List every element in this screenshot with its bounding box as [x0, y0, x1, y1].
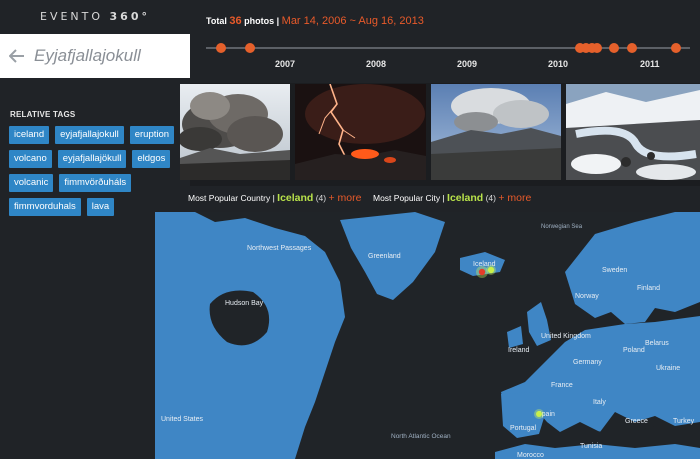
back-arrow-icon[interactable]	[0, 49, 34, 63]
map-label-nw-passages: Northwest Passages	[247, 245, 312, 252]
timeline-dot[interactable]	[245, 43, 255, 53]
popular-bar: Most Popular Country | Iceland (4) + mor…	[180, 186, 700, 212]
popular-city: Most Popular City | Iceland (4) + more	[373, 192, 531, 204]
map-label-north-atlantic-ocean: North Atlantic Ocean	[391, 433, 451, 440]
map-label-morocco: Morocco	[517, 452, 544, 459]
timeline-year[interactable]: 2008	[366, 59, 386, 69]
map-label-norwegian-sea: Norwegian Sea	[541, 224, 583, 230]
map-label-poland: Poland	[623, 347, 645, 354]
map-label-ukraine: Ukraine	[656, 365, 680, 372]
popular-country: Most Popular Country | Iceland (4) + mor…	[188, 192, 361, 204]
tag-chip[interactable]: volcano	[9, 150, 52, 168]
tag-chip[interactable]: fimmvorduhals	[9, 198, 81, 216]
map-label-portugal: Portugal	[510, 425, 537, 432]
tag-chip[interactable]: eruption	[129, 126, 175, 144]
map-label-tunisia: Tunisia	[580, 443, 602, 450]
ash-plume-photo[interactable]	[180, 84, 290, 180]
timeline-dot[interactable]	[592, 43, 602, 53]
brand-number: 360°	[109, 10, 150, 23]
tag-chip[interactable]: fimmvörðuháls	[59, 174, 132, 192]
popular-country-label: Most Popular Country |	[188, 193, 275, 203]
map-label-hudson-bay: Hudson Bay	[225, 300, 264, 307]
popular-city-more-link[interactable]: + more	[498, 192, 531, 204]
timeline-dot[interactable]	[216, 43, 226, 53]
total-summary: Total 36 photos | Mar 14, 2006 ~ Aug 16,…	[206, 15, 424, 27]
popular-country-count: (4)	[315, 193, 327, 203]
map-label-belarus: Belarus	[645, 340, 669, 347]
map-label-italy: Italy	[593, 399, 606, 406]
brand-name: EVENTO	[40, 10, 104, 23]
map-label-sweden: Sweden	[602, 267, 627, 274]
map-marker-iceland[interactable]	[478, 268, 486, 276]
tag-chip[interactable]: lava	[86, 198, 115, 216]
tag-chip[interactable]: iceland	[9, 126, 50, 144]
photos-label: photos |	[244, 16, 280, 26]
map-label-greece: Greece	[625, 418, 648, 425]
search-box[interactable]: Eyjafjallajokull	[0, 34, 190, 78]
map-marker-spain[interactable]	[536, 411, 542, 417]
map-label-united-states: United States	[161, 416, 204, 423]
search-query[interactable]: Eyjafjallajokull	[34, 46, 141, 66]
timeline-panel: Total 36 photos | Mar 14, 2006 ~ Aug 16,…	[190, 0, 700, 83]
popular-city-label: Most Popular City |	[373, 193, 445, 203]
map-label-france: France	[551, 382, 573, 389]
map-label-finland: Finland	[637, 285, 660, 292]
relative-tags-title: RELATIVE TAGS	[10, 110, 76, 119]
lightning-eruption-photo[interactable]	[295, 84, 426, 180]
map-label-ireland: Ireland	[508, 347, 530, 354]
tag-list: iceland eyjafjallajokull eruption volcan…	[9, 126, 185, 216]
volcano-plume-landscape-photo[interactable]	[431, 84, 561, 180]
map-label-turkey: Turkey	[673, 418, 695, 425]
tag-chip[interactable]: eyjafjallajökull	[57, 150, 127, 168]
total-count: 36	[229, 15, 242, 27]
map-label-germany: Germany	[573, 359, 602, 366]
tag-chip[interactable]: volcanic	[9, 174, 54, 192]
timeline-dot[interactable]	[609, 43, 619, 53]
map-label-united-kingdom: United Kingdom	[541, 333, 591, 340]
timeline-dot[interactable]	[671, 43, 681, 53]
popular-country-value[interactable]: Iceland	[277, 192, 313, 204]
total-label: Total	[206, 16, 227, 26]
popular-city-count: (4)	[485, 193, 496, 203]
timeline-dot[interactable]	[627, 43, 637, 53]
tag-chip[interactable]: eyjafjallajokull	[55, 126, 124, 144]
timeline-year[interactable]: 2010	[548, 59, 568, 69]
timeline-year[interactable]: 2009	[457, 59, 477, 69]
tag-chip[interactable]: eldgos	[132, 150, 171, 168]
popular-country-more-link[interactable]: + more	[328, 192, 361, 204]
map-label-norway: Norway	[575, 293, 599, 300]
photo-strip	[180, 84, 700, 182]
brand-logo[interactable]: EVENTO 360°	[0, 0, 190, 34]
map-marker-iceland-2[interactable]	[487, 266, 495, 274]
world-map[interactable]: Greenland Iceland Germany Norway Sweden …	[155, 212, 700, 459]
snowy-river-photo[interactable]	[566, 84, 700, 180]
timeline-year[interactable]: 2011	[640, 59, 660, 69]
timeline-year[interactable]: 2007	[275, 59, 295, 69]
popular-city-value[interactable]: Iceland	[447, 192, 483, 204]
map-label-greenland: Greenland	[368, 253, 401, 260]
date-range: Mar 14, 2006 ~ Aug 16, 2013	[281, 15, 424, 27]
